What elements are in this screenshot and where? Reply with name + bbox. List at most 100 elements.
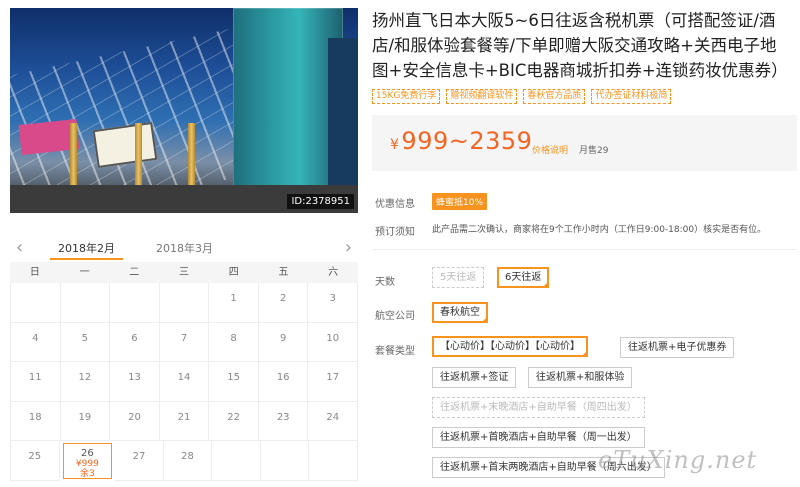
calendar-day[interactable]: 2 [258,283,309,323]
feature-tags: 15KG免费行李 赠视频翻译软件 春秋官方品质 代办签证材料极简 [372,89,672,104]
building [233,8,343,213]
day-number: 12 [78,372,92,383]
calendar-day[interactable]: 23 [258,401,309,441]
calendar-day[interactable]: 24 [308,401,359,441]
calendar-empty [110,283,160,323]
option-package-first-night[interactable]: 往返机票+首晚酒店+自助早餐（周一出发） [432,427,645,448]
price-range: ¥999~2359 [390,127,532,155]
option-package-last-night[interactable]: 往返机票+末晚酒店+自助早餐（周四出发） [432,397,645,418]
calendar-day[interactable]: 21 [159,401,210,441]
calendar-day[interactable]: 17 [308,362,359,402]
day-number: 13 [128,372,141,383]
calendar-day[interactable]: 18 [11,401,61,441]
feature-tag: 赠视频翻译软件 [446,89,518,104]
calendar-empty [260,441,310,481]
image-id-label: ID:2378951 [287,194,354,209]
calendar-empty [309,441,359,481]
discount-badge: 蜂蜜抵10% [432,193,488,210]
calendar-day[interactable]: 14 [159,362,210,402]
currency-symbol: ¥ [390,137,400,153]
calendar-day[interactable]: 10 [308,322,359,362]
calendar-day[interactable]: 11 [11,362,61,402]
divider [372,249,797,250]
monthly-sales: 月售29 [579,146,609,156]
feature-tag: 代办签证材料极简 [591,89,672,104]
day-number: 5 [81,332,89,344]
day-number: 24 [326,411,340,423]
price-box: ¥999~2359 价格说明 月售29 [372,115,797,171]
weekday: 一 [79,267,90,278]
calendar-day[interactable]: 5 [60,322,111,362]
option-package-heart-price[interactable]: 【心动价】【心动价】【心动价】 [432,336,588,357]
day-number: 11 [28,372,42,383]
calendar-day[interactable]: 27 [115,441,164,481]
calendar-day[interactable]: 28 [163,441,213,481]
airline-label: 航空公司 [375,311,415,322]
day-number: 6 [131,332,138,344]
day-number: 15 [227,372,240,383]
calendar-day[interactable]: 4 [11,322,61,362]
weekday: 二 [129,267,140,278]
day-number: 3 [329,293,336,304]
calendar-day[interactable]: 15 [209,362,259,402]
day-number: 27 [132,451,146,462]
days-label: 天数 [375,277,395,288]
day-number: 2 [279,293,287,304]
calendar-day[interactable]: 25 [11,441,60,481]
option-airline[interactable]: 春秋航空 [432,302,488,323]
watermark: eTuXing.net [598,446,758,474]
weekday: 六 [328,267,339,278]
calendar-day[interactable]: 19 [60,401,111,441]
month-tab-mar[interactable]: 2018年3月 [156,240,213,256]
option-package-visa[interactable]: 往返机票+签证 [432,367,517,388]
weekday: 四 [228,267,239,278]
day-number: 10 [326,332,340,344]
calendar-week: 4 5 6 7 8 9 10 [10,322,359,362]
chevron-right-icon[interactable]: › [345,238,352,258]
day-number: 21 [177,411,191,423]
chevron-left-icon[interactable]: ‹ [16,238,23,258]
calendar-day[interactable]: 7 [159,322,210,362]
day-number: 16 [276,372,290,383]
option-package-coupon[interactable]: 往返机票+电子优惠券 [620,337,735,358]
calendar-day[interactable]: 16 [258,362,309,402]
calendar-day[interactable]: 12 [60,362,111,402]
calendar-day[interactable]: 20 [110,401,160,441]
calendar-day[interactable]: 3 [308,283,359,323]
day-number: 8 [230,332,237,344]
option-6-days[interactable]: 6天往返 [497,267,550,288]
calendar-day[interactable]: 13 [110,362,160,402]
calendar-day[interactable]: 22 [209,401,259,441]
product-photo[interactable]: ID:2378951 [10,8,358,213]
discount-label: 优惠信息 [375,199,415,210]
weekday: 五 [278,267,289,278]
price-note-link[interactable]: 价格说明 [532,143,568,156]
month-tab-feb[interactable]: 2018年2月 [50,240,123,260]
day-number: 28 [181,451,194,462]
day-number: 9 [279,332,287,344]
calendar-week: 11 12 13 14 15 16 17 [10,362,359,402]
weekday: 三 [179,267,190,278]
day-number: 19 [78,411,92,423]
day-number: 1 [230,293,237,304]
day-remaining: 余3 [80,469,95,479]
feature-tag: 15KG免费行李 [372,89,441,104]
day-number: 22 [227,411,240,423]
notice-text: 此产品需二次确认，商家将在9个工作小时内（工作日9:00-18:00）核实是否有… [432,225,767,235]
calendar-week: 18 19 20 21 22 23 24 [10,401,359,441]
option-package-kimono[interactable]: 往返机票+和服体验 [528,367,633,388]
calendar-day[interactable]: 1 [209,283,259,323]
calendar-day[interactable]: 8 [209,322,259,362]
calendar-day[interactable]: 6 [110,322,160,362]
day-number: 14 [177,372,191,383]
feature-tag: 春秋官方品质 [523,89,586,104]
calendar-day-selected[interactable]: 26 ¥999 余3 [62,443,113,479]
day-price: ¥999 [75,459,99,469]
day-number: 20 [128,411,141,423]
notice-label: 预订须知 [375,227,415,238]
calendar-week: 25 26 ¥999 余3 27 28 [10,441,359,481]
calendar-day[interactable]: 9 [258,322,309,362]
package-label: 套餐类型 [375,346,415,357]
calendar: 日 一 二 三 四 五 六 1 2 3 4 5 6 7 8 9 10 11 12 13 14 15 16 17 1… [10,262,359,481]
option-5-days[interactable]: 5天往返 [432,267,485,288]
